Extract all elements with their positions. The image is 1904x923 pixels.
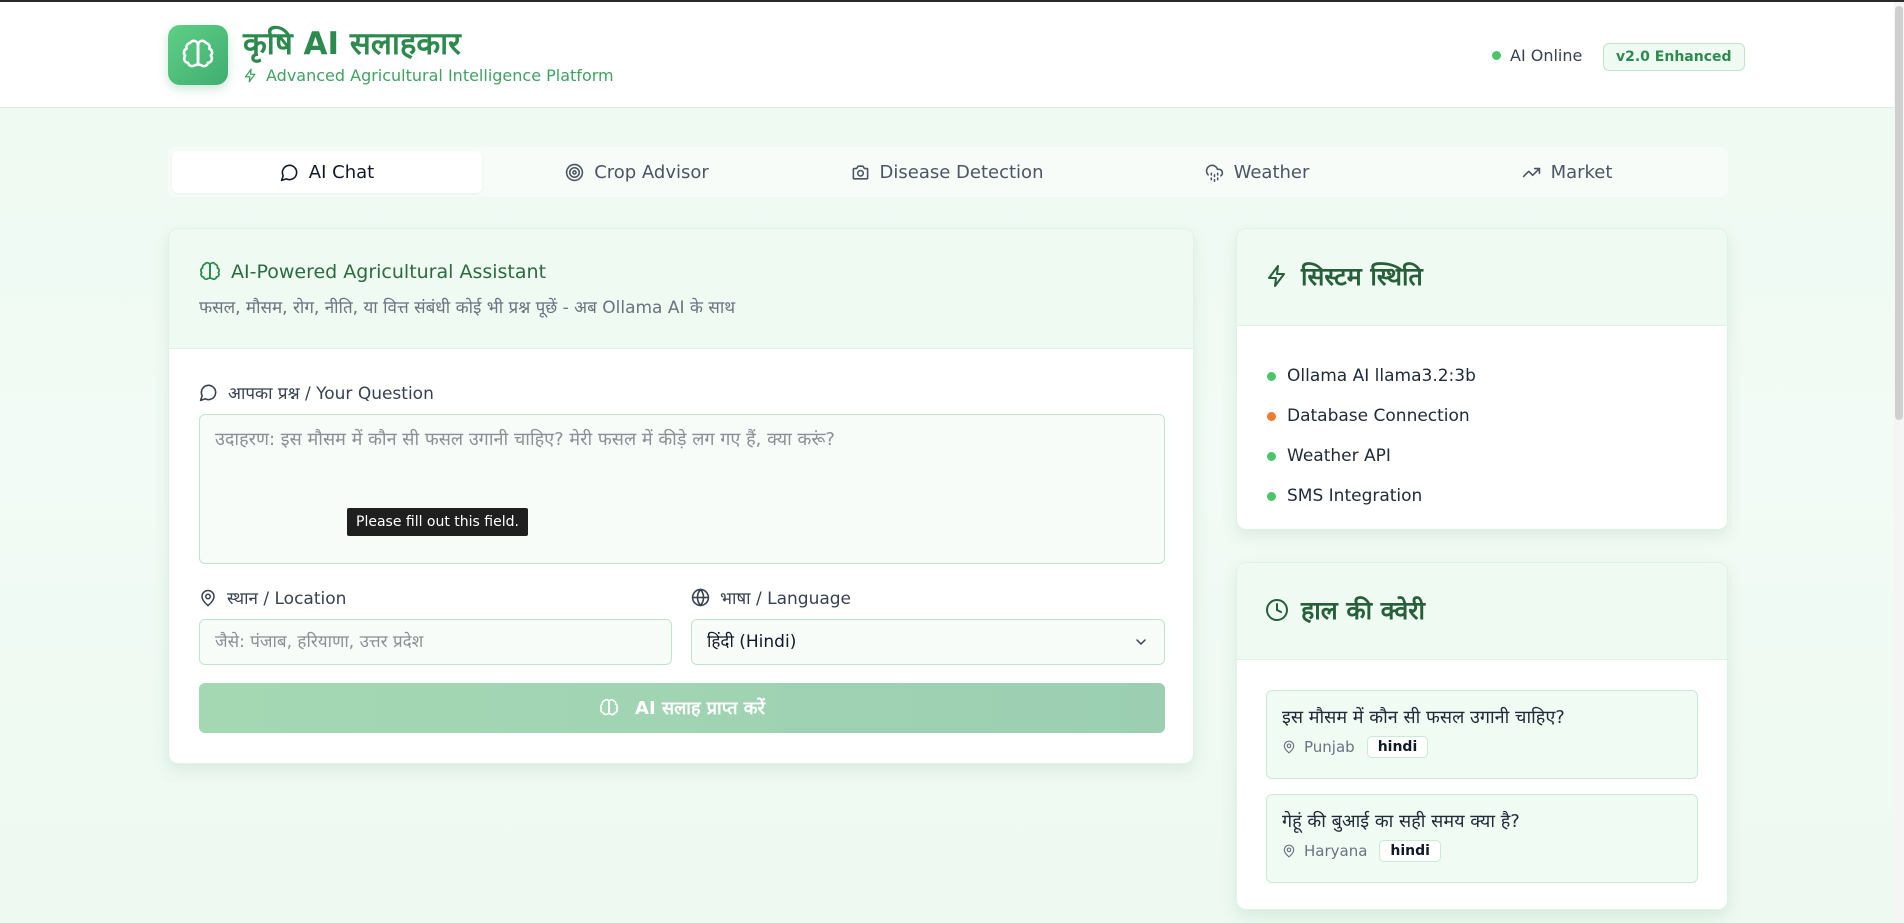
tab-label: Market <box>1550 161 1613 183</box>
recent-queries-header: हाल की क्वेरी <box>1237 563 1727 660</box>
ai-status-text: AI Online <box>1510 46 1583 65</box>
location-placeholder: जैसे: पंजाब, हरियाणा, उत्तर प्रदेश <box>215 632 424 652</box>
clock-icon <box>1265 598 1289 622</box>
map-pin-icon <box>199 589 217 607</box>
tab-label: Disease Detection <box>879 161 1044 183</box>
get-ai-advice-button[interactable]: AI सलाह प्राप्त करें <box>199 683 1165 733</box>
zap-icon <box>243 68 258 83</box>
status-item-label: Database Connection <box>1287 406 1470 426</box>
system-status-header: सिस्टम स्थिति <box>1237 229 1727 326</box>
map-pin-icon <box>1282 740 1296 754</box>
status-dot <box>1492 51 1501 60</box>
chat-panel-header: AI-Powered Agricultural Assistant फसल, म… <box>169 229 1193 349</box>
app-subtitle: Advanced Agricultural Intelligence Platf… <box>266 66 614 85</box>
chat-panel-title: AI-Powered Agricultural Assistant <box>231 261 547 283</box>
chat-icon <box>199 383 218 402</box>
recent-query-location: Punjab <box>1304 738 1355 756</box>
chat-panel-subtitle: फसल, मौसम, रोग, नीति, या वित्त संबंधी को… <box>199 298 736 318</box>
chat-icon <box>280 163 299 182</box>
tab-disease-detection[interactable]: Disease Detection <box>792 151 1102 193</box>
language-label: भाषा / Language <box>720 589 852 609</box>
tab-ai-chat[interactable]: AI Chat <box>172 151 482 193</box>
recent-query-meta: Punjab hindi <box>1282 736 1682 758</box>
chat-panel: AI-Powered Agricultural Assistant फसल, म… <box>168 228 1194 764</box>
version-badge: v2.0 Enhanced <box>1603 43 1745 71</box>
status-item: Weather API <box>1267 436 1697 476</box>
question-label: आपका प्रश्न / Your Question <box>228 384 434 404</box>
brain-icon <box>181 38 215 72</box>
app-logo <box>168 25 228 85</box>
language-selected-value: हिंदी (Hindi) <box>707 632 797 652</box>
validation-tooltip: Please fill out this field. <box>347 508 528 536</box>
status-item: SMS Integration <box>1267 476 1697 516</box>
app-title: कृषि AI सलाहकार <box>243 26 461 62</box>
language-label-row: भाषा / Language <box>691 586 851 609</box>
trending-up-icon <box>1522 163 1541 182</box>
recent-query-language-badge: hindi <box>1366 736 1429 758</box>
target-icon <box>565 163 584 182</box>
system-status-panel: सिस्टम स्थिति Ollama AI llama3.2:3b Data… <box>1236 228 1728 530</box>
status-item-label: Ollama AI llama3.2:3b <box>1287 366 1476 386</box>
tab-label: Weather <box>1233 161 1310 183</box>
main-tabs: AI Chat Crop Advisor Disease Detection W… <box>168 147 1728 197</box>
recent-queries-panel: हाल की क्वेरी इस मौसम में कौन सी फसल उगा… <box>1236 562 1728 910</box>
camera-icon <box>851 163 870 182</box>
recent-query-location: Haryana <box>1304 842 1368 860</box>
location-input[interactable]: जैसे: पंजाब, हरियाणा, उत्तर प्रदेश <box>199 619 672 665</box>
recent-query-language-badge: hindi <box>1379 840 1441 862</box>
globe-icon <box>691 588 710 607</box>
status-item-label: SMS Integration <box>1287 486 1423 506</box>
recent-query-item[interactable]: गेहूं की बुआई का सही समय क्या है? Haryan… <box>1266 794 1698 883</box>
tab-weather[interactable]: Weather <box>1102 151 1412 193</box>
system-status-list: Ollama AI llama3.2:3b Database Connectio… <box>1237 326 1727 516</box>
status-dot <box>1267 411 1276 421</box>
status-dot <box>1267 491 1276 501</box>
submit-label: AI सलाह प्राप्त करें <box>635 698 765 719</box>
tab-label: Crop Advisor <box>594 161 709 183</box>
location-label-row: स्थान / Location <box>199 586 346 609</box>
chevron-down-icon <box>1133 634 1149 650</box>
status-item-label: Weather API <box>1287 446 1391 466</box>
recent-queries-title: हाल की क्वेरी <box>1301 596 1426 625</box>
status-dot <box>1267 451 1276 461</box>
location-label: स्थान / Location <box>227 589 347 609</box>
zap-icon <box>1265 264 1289 288</box>
tab-market[interactable]: Market <box>1412 151 1722 193</box>
system-status-title: सिस्टम स्थिति <box>1301 262 1423 291</box>
recent-query-item[interactable]: इस मौसम में कौन सी फसल उगानी चाहिए? Punj… <box>1266 690 1698 779</box>
tab-crop-advisor[interactable]: Crop Advisor <box>482 151 792 193</box>
recent-queries-list: इस मौसम में कौन सी फसल उगानी चाहिए? Punj… <box>1237 660 1727 883</box>
status-item: Ollama AI llama3.2:3b <box>1267 356 1697 396</box>
ai-status-indicator: AI Online <box>1492 46 1582 65</box>
question-label-row: आपका प्रश्न / Your Question <box>199 381 434 404</box>
chat-panel-title-row: AI-Powered Agricultural Assistant <box>199 261 1163 283</box>
cloud-rain-icon <box>1205 163 1224 182</box>
map-pin-icon <box>1282 844 1296 858</box>
recent-query-text: गेहूं की बुआई का सही समय क्या है? <box>1282 811 1520 832</box>
tab-label: AI Chat <box>308 161 375 183</box>
question-textarea[interactable]: उदाहरण: इस मौसम में कौन सी फसल उगानी चाह… <box>199 414 1165 564</box>
language-select[interactable]: हिंदी (Hindi) <box>691 619 1165 665</box>
status-item: Database Connection <box>1267 396 1697 436</box>
scrollbar-thumb[interactable] <box>1895 6 1903 420</box>
brain-icon <box>599 698 619 718</box>
brain-icon <box>199 261 221 283</box>
status-dot <box>1267 371 1276 381</box>
recent-query-meta: Haryana hindi <box>1282 840 1682 862</box>
recent-query-text: इस मौसम में कौन सी फसल उगानी चाहिए? <box>1282 707 1565 728</box>
app-header: कृषि AI सलाहकार Advanced Agricultural In… <box>0 2 1894 108</box>
app-subtitle-row: Advanced Agricultural Intelligence Platf… <box>243 66 614 85</box>
question-placeholder: उदाहरण: इस मौसम में कौन सी फसल उगानी चाह… <box>215 429 835 450</box>
page-scrollbar[interactable] <box>1894 2 1904 923</box>
